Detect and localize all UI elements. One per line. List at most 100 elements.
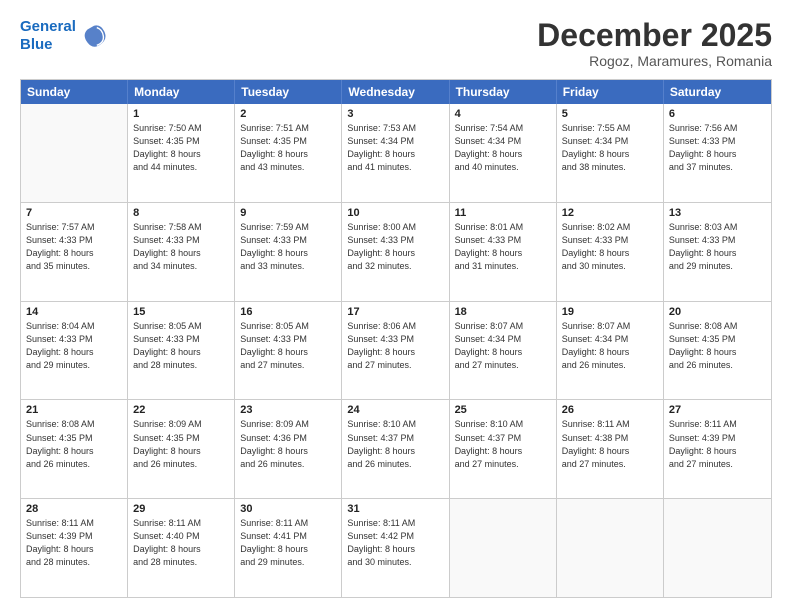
day-number: 17 — [347, 306, 443, 318]
day-number: 18 — [455, 306, 551, 318]
day-number: 29 — [133, 503, 229, 515]
calendar-cell: 20 Sunrise: 8:08 AM Sunset: 4:35 PM Dayli… — [664, 302, 771, 400]
day-number: 1 — [133, 108, 229, 120]
day-info: Sunrise: 7:55 AM Sunset: 4:34 PM Dayligh… — [562, 122, 658, 174]
day-number: 6 — [669, 108, 766, 120]
day-number: 2 — [240, 108, 336, 120]
calendar-cell — [557, 499, 664, 597]
day-number: 15 — [133, 306, 229, 318]
day-number: 13 — [669, 207, 766, 219]
calendar-cell: 22Sunrise: 8:09 AM Sunset: 4:35 PM Dayli… — [128, 400, 235, 498]
day-number: 20 — [669, 306, 766, 318]
day-info: Sunrise: 8:11 AM Sunset: 4:41 PM Dayligh… — [240, 517, 336, 569]
calendar-cell: 26Sunrise: 8:11 AM Sunset: 4:38 PM Dayli… — [557, 400, 664, 498]
calendar-cell: 25 Sunrise: 8:10 AM Sunset: 4:37 PM Dayli… — [450, 400, 557, 498]
day-number: 9 — [240, 207, 336, 219]
day-number: 24 — [347, 404, 443, 416]
day-info: Sunrise: 8:05 AM Sunset: 4:33 PM Dayligh… — [133, 320, 229, 372]
calendar-week-4: 21 Sunrise: 8:08 AM Sunset: 4:35 PM Dayli… — [21, 400, 771, 499]
day-number: 28 — [26, 503, 122, 515]
calendar-cell — [664, 499, 771, 597]
calendar-cell: 21 Sunrise: 8:08 AM Sunset: 4:35 PM Dayli… — [21, 400, 128, 498]
calendar-cell: 6 Sunrise: 7:56 AM Sunset: 4:33 PM Daylig… — [664, 104, 771, 202]
title-block: December 2025 Rogoz, Maramures, Romania — [537, 18, 772, 69]
day-number: 16 — [240, 306, 336, 318]
calendar-cell: 7 Sunrise: 7:57 AM Sunset: 4:33 PM Daylig… — [21, 203, 128, 301]
day-info: Sunrise: 7:54 AM Sunset: 4:34 PM Dayligh… — [455, 122, 551, 174]
day-info: Sunrise: 8:08 AM Sunset: 4:35 PM Dayligh… — [669, 320, 766, 372]
weekday-header-friday: Friday — [557, 80, 664, 104]
day-number: 19 — [562, 306, 658, 318]
day-info: Sunrise: 7:50 AM Sunset: 4:35 PM Dayligh… — [133, 122, 229, 174]
calendar-week-3: 14Sunrise: 8:04 AM Sunset: 4:33 PM Dayli… — [21, 302, 771, 401]
calendar-cell: 13 Sunrise: 8:03 AM Sunset: 4:33 PM Dayli… — [664, 203, 771, 301]
calendar-cell: 29 Sunrise: 8:11 AM Sunset: 4:40 PM Dayli… — [128, 499, 235, 597]
day-info: Sunrise: 8:10 AM Sunset: 4:37 PM Dayligh… — [455, 418, 551, 470]
logo-text: GeneralBlue — [20, 18, 76, 54]
calendar-cell: 3Sunrise: 7:53 AM Sunset: 4:34 PM Daylig… — [342, 104, 449, 202]
calendar-cell: 5 Sunrise: 7:55 AM Sunset: 4:34 PM Daylig… — [557, 104, 664, 202]
calendar-cell: 28Sunrise: 8:11 AM Sunset: 4:39 PM Dayli… — [21, 499, 128, 597]
day-number: 8 — [133, 207, 229, 219]
calendar-cell — [21, 104, 128, 202]
day-info: Sunrise: 8:09 AM Sunset: 4:36 PM Dayligh… — [240, 418, 336, 470]
calendar-cell: 16 Sunrise: 8:05 AM Sunset: 4:33 PM Dayli… — [235, 302, 342, 400]
calendar-cell: 27Sunrise: 8:11 AM Sunset: 4:39 PM Dayli… — [664, 400, 771, 498]
day-info: Sunrise: 8:11 AM Sunset: 4:38 PM Dayligh… — [562, 418, 658, 470]
day-info: Sunrise: 8:11 AM Sunset: 4:40 PM Dayligh… — [133, 517, 229, 569]
day-number: 31 — [347, 503, 443, 515]
calendar-week-5: 28Sunrise: 8:11 AM Sunset: 4:39 PM Dayli… — [21, 499, 771, 597]
weekday-header-sunday: Sunday — [21, 80, 128, 104]
calendar-cell: 15 Sunrise: 8:05 AM Sunset: 4:33 PM Dayli… — [128, 302, 235, 400]
calendar-cell: 1 Sunrise: 7:50 AM Sunset: 4:35 PM Daylig… — [128, 104, 235, 202]
weekday-header-tuesday: Tuesday — [235, 80, 342, 104]
day-info: Sunrise: 7:56 AM Sunset: 4:33 PM Dayligh… — [669, 122, 766, 174]
day-info: Sunrise: 8:00 AM Sunset: 4:33 PM Dayligh… — [347, 221, 443, 273]
day-number: 7 — [26, 207, 122, 219]
weekday-header-wednesday: Wednesday — [342, 80, 449, 104]
calendar-cell: 9 Sunrise: 7:59 AM Sunset: 4:33 PM Daylig… — [235, 203, 342, 301]
header: GeneralBlue December 2025 Rogoz, Maramur… — [20, 18, 772, 69]
day-number: 22 — [133, 404, 229, 416]
day-info: Sunrise: 8:03 AM Sunset: 4:33 PM Dayligh… — [669, 221, 766, 273]
day-info: Sunrise: 8:10 AM Sunset: 4:37 PM Dayligh… — [347, 418, 443, 470]
month-title: December 2025 — [537, 18, 772, 53]
calendar-body: 1 Sunrise: 7:50 AM Sunset: 4:35 PM Daylig… — [21, 104, 771, 597]
day-info: Sunrise: 7:59 AM Sunset: 4:33 PM Dayligh… — [240, 221, 336, 273]
day-info: Sunrise: 7:57 AM Sunset: 4:33 PM Dayligh… — [26, 221, 122, 273]
calendar-week-2: 7 Sunrise: 7:57 AM Sunset: 4:33 PM Daylig… — [21, 203, 771, 302]
calendar-cell: 23 Sunrise: 8:09 AM Sunset: 4:36 PM Dayli… — [235, 400, 342, 498]
calendar-cell — [450, 499, 557, 597]
calendar-header: SundayMondayTuesdayWednesdayThursdayFrid… — [21, 80, 771, 104]
day-number: 3 — [347, 108, 443, 120]
day-info: Sunrise: 8:08 AM Sunset: 4:35 PM Dayligh… — [26, 418, 122, 470]
calendar-cell: 4Sunrise: 7:54 AM Sunset: 4:34 PM Daylig… — [450, 104, 557, 202]
calendar-cell: 17 Sunrise: 8:06 AM Sunset: 4:33 PM Dayli… — [342, 302, 449, 400]
day-number: 21 — [26, 404, 122, 416]
calendar-cell: 11 Sunrise: 8:01 AM Sunset: 4:33 PM Dayli… — [450, 203, 557, 301]
day-info: Sunrise: 8:11 AM Sunset: 4:42 PM Dayligh… — [347, 517, 443, 569]
day-number: 23 — [240, 404, 336, 416]
day-number: 11 — [455, 207, 551, 219]
day-info: Sunrise: 8:01 AM Sunset: 4:33 PM Dayligh… — [455, 221, 551, 273]
day-info: Sunrise: 8:02 AM Sunset: 4:33 PM Dayligh… — [562, 221, 658, 273]
calendar-week-1: 1 Sunrise: 7:50 AM Sunset: 4:35 PM Daylig… — [21, 104, 771, 203]
day-number: 10 — [347, 207, 443, 219]
day-info: Sunrise: 8:07 AM Sunset: 4:34 PM Dayligh… — [562, 320, 658, 372]
page: GeneralBlue December 2025 Rogoz, Maramur… — [0, 0, 792, 612]
calendar-cell: 12 Sunrise: 8:02 AM Sunset: 4:33 PM Dayli… — [557, 203, 664, 301]
logo-icon — [80, 22, 108, 50]
day-info: Sunrise: 7:58 AM Sunset: 4:33 PM Dayligh… — [133, 221, 229, 273]
calendar: SundayMondayTuesdayWednesdayThursdayFrid… — [20, 79, 772, 598]
calendar-cell: 18Sunrise: 8:07 AM Sunset: 4:34 PM Dayli… — [450, 302, 557, 400]
day-info: Sunrise: 8:05 AM Sunset: 4:33 PM Dayligh… — [240, 320, 336, 372]
day-info: Sunrise: 8:06 AM Sunset: 4:33 PM Dayligh… — [347, 320, 443, 372]
day-number: 25 — [455, 404, 551, 416]
day-info: Sunrise: 8:11 AM Sunset: 4:39 PM Dayligh… — [669, 418, 766, 470]
day-number: 14 — [26, 306, 122, 318]
calendar-cell: 14Sunrise: 8:04 AM Sunset: 4:33 PM Dayli… — [21, 302, 128, 400]
day-number: 5 — [562, 108, 658, 120]
day-number: 12 — [562, 207, 658, 219]
weekday-header-thursday: Thursday — [450, 80, 557, 104]
calendar-cell: 2Sunrise: 7:51 AM Sunset: 4:35 PM Daylig… — [235, 104, 342, 202]
